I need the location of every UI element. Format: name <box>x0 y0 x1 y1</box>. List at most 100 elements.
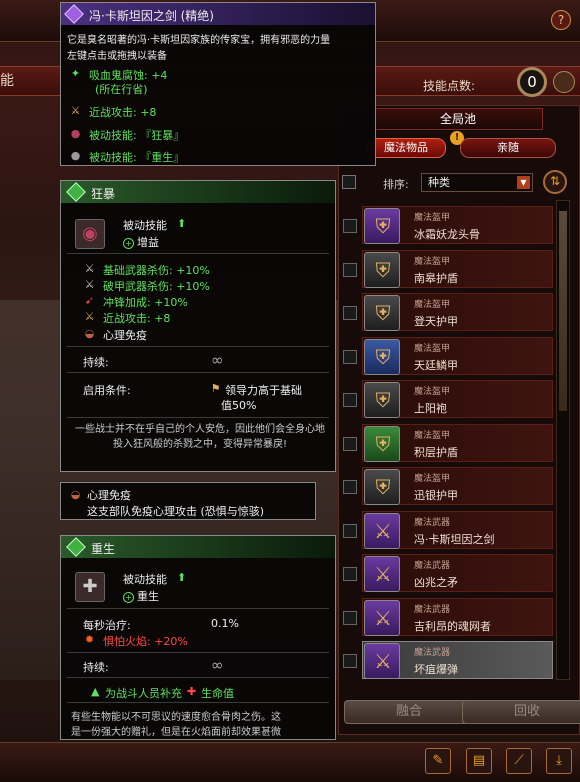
help-button[interactable]: ? <box>551 10 571 30</box>
passive-arrow-icon: ⬆ <box>177 217 187 230</box>
list-item[interactable]: ⛨ 魔法盔甲 冰霜妖龙头骨 <box>338 206 553 246</box>
item-stat: (所在行省) <box>95 83 148 96</box>
scroll-icon[interactable]: ▤ <box>466 748 492 774</box>
item-checkbox[interactable] <box>343 610 357 625</box>
item-checkbox[interactable] <box>343 523 357 538</box>
armour-icon: ⛨ <box>364 208 400 244</box>
item-checkbox[interactable] <box>343 393 357 407</box>
list-item[interactable]: ⚔ 魔法武器 凶兆之矛 <box>338 554 553 594</box>
weapon-icon: ⚔ <box>364 643 400 679</box>
regeneration-title: 重生 <box>91 542 116 556</box>
item-name: 吉利昂的魂网者 <box>414 619 491 633</box>
divider <box>67 677 329 678</box>
item-name: 迅银护甲 <box>414 489 458 502</box>
armour-icon: ⛨ <box>364 251 400 288</box>
sort-dropdown[interactable]: 种类 ▼ <box>421 173 533 192</box>
item-name: 上阳袍 <box>414 402 447 415</box>
item-tooltip-title: 冯·卡斯坦因之剑 (精绝) <box>89 9 214 23</box>
frenzy-stat: 近战攻击: +8 <box>103 312 171 325</box>
duration-value: ∞ <box>211 656 224 674</box>
list-item[interactable]: ⛨ 魔法盔甲 迅银护甲 <box>338 467 553 507</box>
item-tooltip-desc: 它是臭名昭著的冯·卡斯坦因家族的传家宝，拥有邪恶的力量 <box>67 35 331 46</box>
armour-icon: ⛨ <box>364 295 400 331</box>
immune-desc: 这支部队免疫心理攻击 (恐惧与惊骇) <box>87 505 265 518</box>
tab-followers[interactable]: 亲随 <box>460 138 556 158</box>
skill-points-label: 技能点数: <box>423 79 476 93</box>
armour-icon: ⛨ <box>364 425 400 462</box>
item-type: 魔法盔甲 <box>414 343 451 354</box>
weapon-damage-icon: ⚔ <box>84 262 95 275</box>
immune-title: 心理免疫 <box>87 489 131 502</box>
item-type: 魔法盔甲 <box>414 256 451 267</box>
skill-points-button[interactable] <box>553 71 575 93</box>
list-item[interactable]: ⛨ 魔法盔甲上阳袍 <box>338 380 553 420</box>
frenzy-stat: 基础武器杀伤: +10% <box>103 264 210 277</box>
immune-psychology-icon: ◒ <box>70 488 81 501</box>
frenzy-stat: 破甲武器杀伤: +10% <box>103 280 210 293</box>
divider <box>67 702 329 703</box>
item-name: 坏疽爆弹 <box>414 663 458 676</box>
list-item[interactable]: ⛨ 魔法盔甲南皋护盾 <box>338 249 553 290</box>
chevron-down-icon: ▼ <box>517 176 530 189</box>
list-item[interactable]: ⚔ 魔法武器 吉利昂的魂网者 <box>338 597 553 638</box>
item-checkbox[interactable] <box>343 567 357 581</box>
divider <box>67 417 329 418</box>
armour-piercing-icon: ⚔ <box>84 278 95 291</box>
frenzy-icon: ● <box>70 127 81 140</box>
frenzy-kind: 被动技能 <box>123 219 167 232</box>
condition-value-1: 领导力高于基础 <box>225 384 302 397</box>
item-name: 登天护甲 <box>414 315 458 328</box>
quill-icon[interactable]: ✎ <box>425 748 451 774</box>
weapon-icon: ⚔ <box>364 512 400 549</box>
regeneration-flavor-2: 是一份强大的赠礼，但是在火焰面前却效果甚微 <box>71 727 281 738</box>
regeneration-tooltip: 重生 ✚ 被动技能 ⬆ + 重生 每秒治疗: 0.1% ✹ 惧怕火焰: +20% … <box>60 535 336 740</box>
list-item[interactable]: ⛨ 魔法盔甲 登天护甲 <box>338 293 553 333</box>
replenish-hp: 生命值 <box>201 687 234 700</box>
armour-icon: ⛨ <box>364 469 400 505</box>
recycle-button[interactable]: 回收 <box>462 700 580 724</box>
select-all-checkbox[interactable] <box>342 175 356 189</box>
list-item[interactable]: ⚔ 魔法武器 冯·卡斯坦因之剑 <box>338 510 553 551</box>
armour-icon: ⛨ <box>364 382 400 418</box>
download-icon[interactable]: ⤓ <box>546 748 572 774</box>
item-checkbox[interactable] <box>343 654 357 668</box>
tab-magic-items[interactable]: 魔法物品 <box>366 138 446 158</box>
frenzy-flavor: 一些战士并不在乎自己的个人安危，因此他们会全身心地投入狂风般的杀戮之中，变得异常… <box>75 424 325 450</box>
item-checkbox[interactable] <box>343 306 357 320</box>
item-type: 魔法盔甲 <box>414 387 451 397</box>
charge-bonus-icon: ➹ <box>84 294 95 307</box>
list-item[interactable]: ⛨ 魔法盔甲 积层护盾 <box>338 423 553 464</box>
item-checkbox[interactable] <box>343 480 357 494</box>
immune-psychology-icon: ◒ <box>84 327 95 340</box>
item-stat: 近战攻击: +8 <box>89 106 157 119</box>
item-checkbox[interactable] <box>343 262 357 277</box>
item-name: 凶兆之矛 <box>414 576 458 589</box>
divider <box>67 372 329 373</box>
bottom-bar <box>0 742 580 782</box>
item-checkbox[interactable] <box>343 349 357 364</box>
skill-points-value: 0 <box>517 67 547 97</box>
fire-vulnerability: 惧怕火焰: +20% <box>103 635 188 648</box>
frenzy-title: 狂暴 <box>91 187 116 201</box>
weapon-icon: ⚔ <box>364 556 400 592</box>
item-name: 冰霜妖龙头骨 <box>414 228 480 241</box>
scrollbar[interactable] <box>556 200 570 680</box>
frenzy-stat: 心理免疫 <box>103 329 147 342</box>
health-icon: ✚ <box>187 685 197 698</box>
frenzy-stat: 冲锋加成: +10% <box>103 296 188 309</box>
item-name: 南皋护盾 <box>414 271 458 285</box>
scrollbar-thumb[interactable] <box>559 211 567 411</box>
item-stat: 被动技能: 『狂暴』 <box>89 129 185 142</box>
slash-icon[interactable]: ⟋ <box>506 748 532 774</box>
item-checkbox[interactable] <box>343 436 357 451</box>
merge-button[interactable]: 融合 <box>344 700 474 724</box>
list-item[interactable]: ⚔ 魔法武器 坏疽爆弹 <box>338 641 553 681</box>
sort-order-icon[interactable]: ⇅ <box>543 170 567 194</box>
divider <box>67 608 329 609</box>
replenish-text: 为战斗人员补充 <box>105 687 182 700</box>
regeneration-icon: ✚ <box>75 572 105 602</box>
weapon-icon: ⚔ <box>364 599 400 636</box>
item-checkbox[interactable] <box>343 219 357 233</box>
immune-tooltip: ◒ 心理免疫 这支部队免疫心理攻击 (恐惧与惊骇) <box>60 482 316 520</box>
list-item[interactable]: ⛨ 魔法盔甲 天廷鳞甲 <box>338 336 553 377</box>
